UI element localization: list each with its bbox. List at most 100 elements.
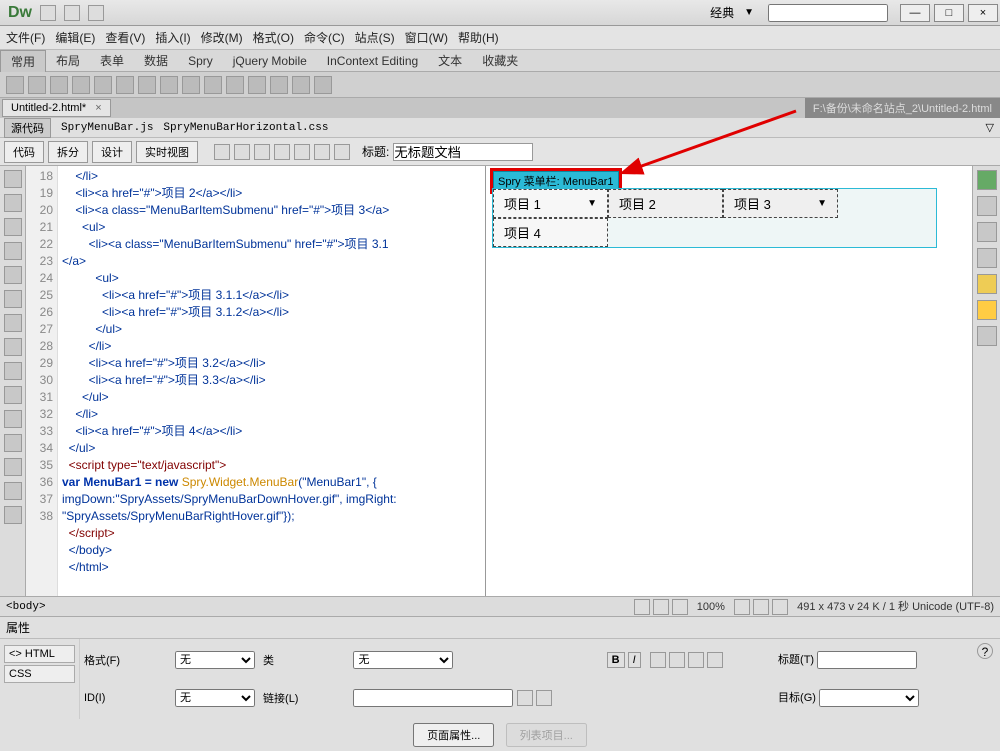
submenu-item-4[interactable]: 项目 4 <box>493 218 608 247</box>
insert-icon[interactable] <box>226 76 244 94</box>
menu-modify[interactable]: 修改(M) <box>201 29 243 46</box>
menu-insert[interactable]: 插入(I) <box>155 29 190 46</box>
zoom-tool-icon[interactable] <box>672 599 688 615</box>
insert-icon[interactable] <box>314 76 332 94</box>
hand-tool-icon[interactable] <box>653 599 669 615</box>
search-input[interactable] <box>768 4 888 22</box>
indent-icon[interactable] <box>707 652 723 668</box>
panel-icon[interactable] <box>977 196 997 216</box>
select-tool-icon[interactable] <box>634 599 650 615</box>
minimize-button[interactable]: — <box>900 4 930 22</box>
code-view-button[interactable]: 代码 <box>4 141 44 163</box>
status-icon[interactable] <box>734 599 750 615</box>
link-input[interactable] <box>353 689 513 707</box>
menu-help[interactable]: 帮助(H) <box>458 29 499 46</box>
css-props-button[interactable]: CSS <box>4 665 75 683</box>
code-tool-icon[interactable] <box>4 242 22 260</box>
toolbar-icon[interactable] <box>234 144 250 160</box>
insert-icon[interactable] <box>50 76 68 94</box>
class-select[interactable]: 无 <box>353 651 453 669</box>
id-select[interactable]: 无 <box>175 689 255 707</box>
code-tool-icon[interactable] <box>4 434 22 452</box>
code-tool-icon[interactable] <box>4 266 22 284</box>
code-tool-icon[interactable] <box>4 386 22 404</box>
code-tool-icon[interactable] <box>4 290 22 308</box>
code-tool-icon[interactable] <box>4 218 22 236</box>
panel-icon[interactable] <box>977 248 997 268</box>
properties-header[interactable]: 属性 <box>0 617 1000 639</box>
tab-favorites[interactable]: 收藏夹 <box>472 50 528 71</box>
code-tool-icon[interactable] <box>4 410 22 428</box>
menu-item-3[interactable]: 项目 3▼ <box>723 189 838 218</box>
panel-icon[interactable] <box>977 170 997 190</box>
insert-icon[interactable] <box>270 76 288 94</box>
related-file-js[interactable]: SpryMenuBar.js <box>61 122 153 134</box>
tab-text[interactable]: 文本 <box>428 50 472 71</box>
close-button[interactable]: × <box>968 4 998 22</box>
outdent-icon[interactable] <box>688 652 704 668</box>
tab-spry[interactable]: Spry <box>178 52 223 70</box>
menu-item-2[interactable]: 项目 2 <box>608 189 723 218</box>
menu-site[interactable]: 站点(S) <box>355 29 395 46</box>
document-tab[interactable]: Untitled-2.html* × <box>2 99 111 117</box>
tool-icon-1[interactable] <box>64 5 80 21</box>
insert-icon[interactable] <box>138 76 156 94</box>
toolbar-icon[interactable] <box>274 144 290 160</box>
menu-format[interactable]: 格式(O) <box>253 29 294 46</box>
status-icon[interactable] <box>753 599 769 615</box>
source-code-button[interactable]: 源代码 <box>4 118 51 138</box>
zoom-level[interactable]: 100% <box>697 601 725 613</box>
tab-jquery[interactable]: jQuery Mobile <box>223 52 317 70</box>
tag-selector[interactable]: <body> <box>6 601 46 613</box>
menu-commands[interactable]: 命令(C) <box>304 29 345 46</box>
panel-icon[interactable] <box>977 274 997 294</box>
spry-menubar[interactable]: 项目 1▼ 项目 2 项目 3▼ 项目 4 <box>492 188 937 248</box>
related-file-css[interactable]: SpryMenuBarHorizontal.css <box>163 122 328 134</box>
insert-icon[interactable] <box>28 76 46 94</box>
list-ol-icon[interactable] <box>669 652 685 668</box>
insert-icon[interactable] <box>160 76 178 94</box>
menu-view[interactable]: 查看(V) <box>105 29 145 46</box>
tab-layout[interactable]: 布局 <box>46 50 90 71</box>
code-tool-icon[interactable] <box>4 362 22 380</box>
code-tool-icon[interactable] <box>4 338 22 356</box>
title-attr-input[interactable] <box>817 651 917 669</box>
tab-data[interactable]: 数据 <box>134 50 178 71</box>
menu-edit[interactable]: 编辑(E) <box>55 29 95 46</box>
point-to-file-icon[interactable] <box>517 690 533 706</box>
toolbar-icon[interactable] <box>334 144 350 160</box>
maximize-button[interactable]: □ <box>934 4 964 22</box>
help-icon[interactable]: ? <box>977 643 993 659</box>
target-select[interactable] <box>819 689 919 707</box>
panel-icon[interactable] <box>977 326 997 346</box>
insert-icon[interactable] <box>94 76 112 94</box>
panel-icon[interactable] <box>977 222 997 242</box>
toolbar-icon[interactable] <box>314 144 330 160</box>
bold-button[interactable]: B <box>607 652 625 668</box>
page-title-input[interactable] <box>393 143 533 161</box>
toolbar-icon[interactable] <box>214 144 230 160</box>
split-view-button[interactable]: 拆分 <box>48 141 88 163</box>
design-view-button[interactable]: 设计 <box>92 141 132 163</box>
live-view-button[interactable]: 实时视图 <box>136 141 198 163</box>
html-props-button[interactable]: <> HTML <box>4 645 75 663</box>
menu-file[interactable]: 文件(F) <box>6 29 45 46</box>
menu-item-1[interactable]: 项目 1▼ <box>493 189 608 218</box>
status-icon[interactable] <box>772 599 788 615</box>
panel-icon[interactable] <box>977 300 997 320</box>
code-content[interactable]: </li> <li><a href="#">项目 2</a></li> <li>… <box>58 166 485 596</box>
page-properties-button[interactable]: 页面属性... <box>413 723 494 747</box>
code-pane[interactable]: 18 19 20 21 22 23 24 25 26 27 28 29 30 3… <box>26 166 486 596</box>
layout-icon[interactable] <box>40 5 56 21</box>
insert-icon[interactable] <box>292 76 310 94</box>
menu-window[interactable]: 窗口(W) <box>405 29 448 46</box>
insert-icon[interactable] <box>6 76 24 94</box>
filter-icon[interactable]: ▽ <box>986 121 994 134</box>
code-tool-icon[interactable] <box>4 314 22 332</box>
tab-incontext[interactable]: InContext Editing <box>317 52 428 70</box>
code-tool-icon[interactable] <box>4 506 22 524</box>
tool-icon-2[interactable] <box>88 5 104 21</box>
document-tab-close-icon[interactable]: × <box>95 102 101 114</box>
insert-icon[interactable] <box>116 76 134 94</box>
insert-icon[interactable] <box>72 76 90 94</box>
